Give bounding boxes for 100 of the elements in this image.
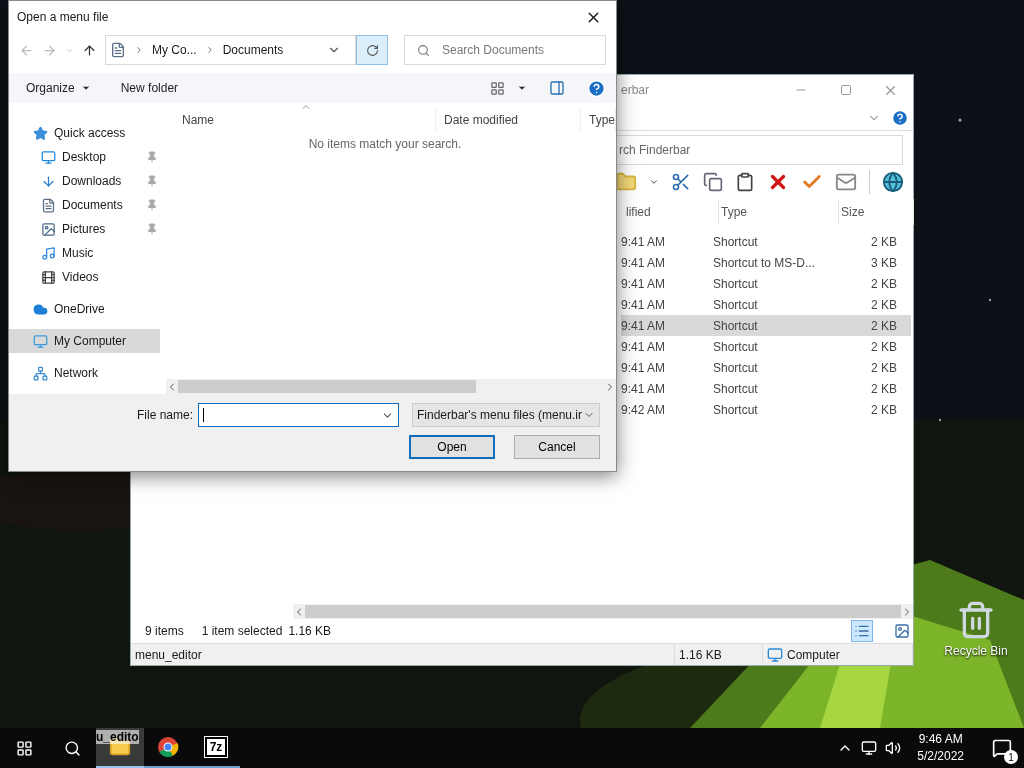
address-bar[interactable]: My Co... Documents bbox=[105, 35, 356, 65]
column-header[interactable]: Date modified bbox=[436, 107, 581, 133]
file-row[interactable]: 9:41 AM Shortcut 2 KB bbox=[621, 378, 911, 399]
nav-item[interactable]: Pictures bbox=[9, 217, 160, 241]
drag-label: u_edito bbox=[96, 730, 139, 744]
help-icon[interactable] bbox=[891, 108, 909, 127]
file-size-status: 1.16 KB bbox=[675, 644, 763, 665]
file-row[interactable]: 9:41 AM Shortcut 2 KB bbox=[621, 273, 911, 294]
file-row[interactable]: 9:41 AM Shortcut 2 KB bbox=[621, 357, 911, 378]
nav-item[interactable]: OneDrive bbox=[9, 297, 160, 321]
window-title: erbar bbox=[621, 83, 650, 97]
dialog-title: Open a menu file bbox=[17, 10, 110, 24]
nav-item[interactable]: Documents bbox=[9, 193, 160, 217]
network-icon[interactable] bbox=[861, 740, 878, 756]
down-arrow-icon bbox=[41, 173, 56, 189]
date-cell-text: 9:42 AM bbox=[621, 402, 667, 417]
view-options-icon[interactable] bbox=[490, 80, 505, 96]
file-name-status: menu_editor bbox=[131, 644, 675, 665]
browser-icon bbox=[157, 736, 179, 758]
folder-icon[interactable] bbox=[615, 171, 637, 193]
search-field[interactable]: Search Documents bbox=[404, 35, 606, 65]
new-folder-button[interactable]: New folder bbox=[120, 81, 179, 95]
type-cell-text: Shortcut bbox=[713, 402, 759, 417]
file-row[interactable]: 9:41 AM Shortcut 2 KB bbox=[621, 294, 911, 315]
file-row[interactable]: 9:41 AM Shortcut to MS-D... 3 KB bbox=[621, 252, 911, 273]
document-icon bbox=[41, 197, 56, 213]
copy-icon[interactable] bbox=[703, 172, 723, 192]
nav-item[interactable]: Desktop bbox=[9, 145, 160, 169]
caret-icon bbox=[80, 83, 91, 93]
date-cell-text: 9:41 AM bbox=[621, 234, 667, 249]
organize-menu[interactable]: Organize bbox=[26, 81, 91, 95]
column-header[interactable]: lified bbox=[624, 199, 719, 225]
open-button[interactable]: Open bbox=[409, 435, 495, 459]
taskbar-button[interactable]: 7z bbox=[192, 728, 240, 768]
size-cell-text: 2 KB bbox=[870, 297, 898, 312]
selection-size: 1.16 KB bbox=[288, 624, 332, 638]
nav-item[interactable]: Network bbox=[9, 361, 160, 385]
notification-badge: 1 bbox=[1004, 750, 1018, 764]
monitor-icon bbox=[767, 646, 783, 663]
clipboard-icon[interactable] bbox=[735, 172, 755, 192]
size-cell-text: 3 KB bbox=[870, 255, 898, 270]
size-cell-text: 2 KB bbox=[870, 402, 898, 417]
nav-item[interactable]: Quick access bbox=[9, 121, 160, 145]
size-cell-text: 2 KB bbox=[870, 276, 898, 291]
date-cell-text: 9:41 AM bbox=[621, 276, 667, 291]
search-icon bbox=[417, 43, 430, 57]
breadcrumb-item[interactable]: My Co... bbox=[152, 43, 197, 57]
scissors-icon[interactable] bbox=[671, 172, 691, 192]
film-icon bbox=[41, 269, 56, 285]
cloud-icon bbox=[33, 301, 48, 317]
app-logo: 7z bbox=[205, 737, 227, 757]
desktop-icon-label: Recycle Bin bbox=[944, 644, 1008, 658]
nav-item[interactable]: Videos bbox=[9, 265, 160, 289]
envelope-icon[interactable] bbox=[835, 171, 857, 193]
date-cell-text: 9:41 AM bbox=[621, 297, 667, 312]
column-header[interactable]: Name bbox=[174, 107, 436, 133]
size-cell-text: 2 KB bbox=[870, 360, 898, 375]
size-cell-text: 2 KB bbox=[870, 234, 898, 249]
column-header[interactable]: Type bbox=[719, 199, 839, 225]
file-name-label: File name: bbox=[136, 408, 193, 422]
date-cell-text: 9:41 AM bbox=[621, 255, 667, 270]
column-header[interactable]: Type bbox=[581, 107, 616, 133]
volume-icon[interactable] bbox=[885, 740, 902, 756]
date-cell-text: 9:41 AM bbox=[621, 381, 667, 396]
monitor-icon bbox=[33, 333, 48, 349]
taskbar-button[interactable]: u_edito bbox=[96, 728, 144, 768]
type-cell-text: Shortcut bbox=[713, 234, 759, 249]
type-cell-text: Shortcut bbox=[713, 381, 759, 396]
item-count: 9 items bbox=[145, 624, 184, 638]
nav-item[interactable]: Music bbox=[9, 241, 160, 265]
globe-icon[interactable] bbox=[882, 171, 904, 193]
file-row[interactable]: 9:41 AM Shortcut 2 KB bbox=[621, 231, 911, 252]
breadcrumb-item[interactable]: Documents bbox=[222, 43, 284, 57]
clock[interactable]: 9:46 AM 5/2/2022 bbox=[909, 731, 972, 765]
file-name-field[interactable] bbox=[198, 403, 399, 427]
column-header[interactable]: Size bbox=[839, 199, 914, 225]
refresh-icon bbox=[365, 43, 379, 57]
type-cell-text: Shortcut bbox=[713, 318, 759, 333]
caret-icon[interactable] bbox=[517, 83, 527, 93]
file-row[interactable]: 9:41 AM Shortcut 2 KB bbox=[621, 336, 911, 357]
cancel-button[interactable]: Cancel bbox=[514, 435, 600, 459]
file-row[interactable]: 9:42 AM Shortcut 2 KB bbox=[621, 399, 911, 420]
notification-icon[interactable]: 1 bbox=[980, 730, 1024, 766]
nav-item[interactable]: Downloads bbox=[9, 169, 160, 193]
type-cell-text: Shortcut bbox=[713, 339, 759, 354]
monitor-icon bbox=[41, 149, 56, 165]
date-cell-text: 9:41 AM bbox=[621, 360, 667, 375]
type-cell-text: Shortcut bbox=[713, 297, 759, 312]
empty-message: No items match your search. bbox=[307, 137, 463, 151]
help-icon[interactable] bbox=[587, 78, 606, 98]
preview-pane-icon[interactable] bbox=[549, 80, 565, 96]
file-row[interactable]: 9:41 AM Shortcut 2 KB bbox=[621, 315, 911, 336]
type-cell-text: Shortcut bbox=[713, 360, 759, 375]
refresh-button[interactable] bbox=[356, 35, 388, 65]
details-view-icon[interactable] bbox=[851, 620, 873, 642]
selection-status: 1 item selected bbox=[201, 624, 283, 638]
location-status: Computer bbox=[763, 644, 913, 665]
nav-item[interactable]: My Computer bbox=[9, 329, 160, 353]
size-cell-text: 2 KB bbox=[870, 339, 898, 354]
file-type-dropdown[interactable]: Finderbar's menu files (menu.ir bbox=[412, 403, 600, 427]
